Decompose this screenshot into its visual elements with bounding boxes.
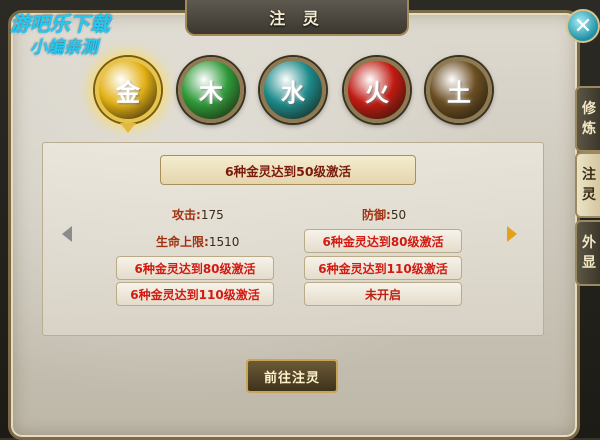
fire-glyph: 火: [365, 78, 389, 107]
element-fire-button[interactable]: 火: [344, 57, 410, 123]
water-glyph: 水: [281, 78, 305, 107]
watermark: 游吧乐下载 小编亲测: [10, 12, 110, 60]
defense-label: 防御:: [362, 208, 391, 222]
defense-stat: 防御:50: [362, 206, 406, 223]
wood-glyph: 木: [199, 78, 223, 107]
gold-glyph: 金: [116, 78, 140, 107]
tab-appearance-label: 外 显: [582, 235, 596, 271]
attack-value: 175: [200, 208, 224, 222]
element-selector: 金 木 水 火 土: [0, 57, 600, 133]
next-arrow-icon[interactable]: [507, 226, 517, 242]
close-button[interactable]: ✕: [566, 9, 600, 43]
tab-cultivate[interactable]: 修 炼: [575, 86, 600, 152]
element-earth-button[interactable]: 土: [426, 57, 492, 123]
attack-stat: 攻击:175: [172, 206, 224, 223]
go-infuse-label: 前往注灵: [263, 370, 320, 386]
activation-scroll: 6种金灵达到50级激活: [160, 155, 416, 185]
earth-glyph: 土: [447, 78, 471, 107]
go-infuse-button[interactable]: 前往注灵: [246, 359, 338, 393]
hp-value: 1510: [208, 235, 240, 249]
watermark-line1: 游吧乐下载: [10, 12, 110, 36]
attack-label: 攻击:: [172, 208, 201, 222]
tab-appearance[interactable]: 外 显: [575, 220, 600, 286]
tab-infuse[interactable]: 注 灵: [575, 152, 600, 218]
hp-label: 生命上限:: [156, 235, 209, 249]
element-water-button[interactable]: 水: [260, 57, 326, 123]
condition-right-3: 未开启: [304, 282, 462, 306]
panel-title: 注 灵: [269, 9, 325, 28]
prev-arrow-icon[interactable]: [62, 226, 72, 242]
element-gold-button[interactable]: 金: [95, 57, 161, 133]
selected-indicator-icon: [120, 123, 136, 133]
activation-title: 6种金灵达到50级激活: [224, 163, 352, 179]
condition-left-2: 6种金灵达到110级激活: [116, 282, 274, 306]
condition-right-1: 6种金灵达到80级激活: [304, 229, 462, 253]
tab-cultivate-label: 修 炼: [582, 101, 596, 137]
condition-right-2: 6种金灵达到110级激活: [304, 256, 462, 280]
element-wood-button[interactable]: 木: [178, 57, 244, 123]
tab-infuse-label: 注 灵: [582, 167, 596, 203]
close-icon: ✕: [573, 13, 593, 39]
hp-stat: 生命上限:1510: [156, 233, 239, 250]
title-bar: 注 灵: [185, 0, 409, 36]
condition-left-1: 6种金灵达到80级激活: [116, 256, 274, 280]
defense-value: 50: [390, 208, 407, 222]
